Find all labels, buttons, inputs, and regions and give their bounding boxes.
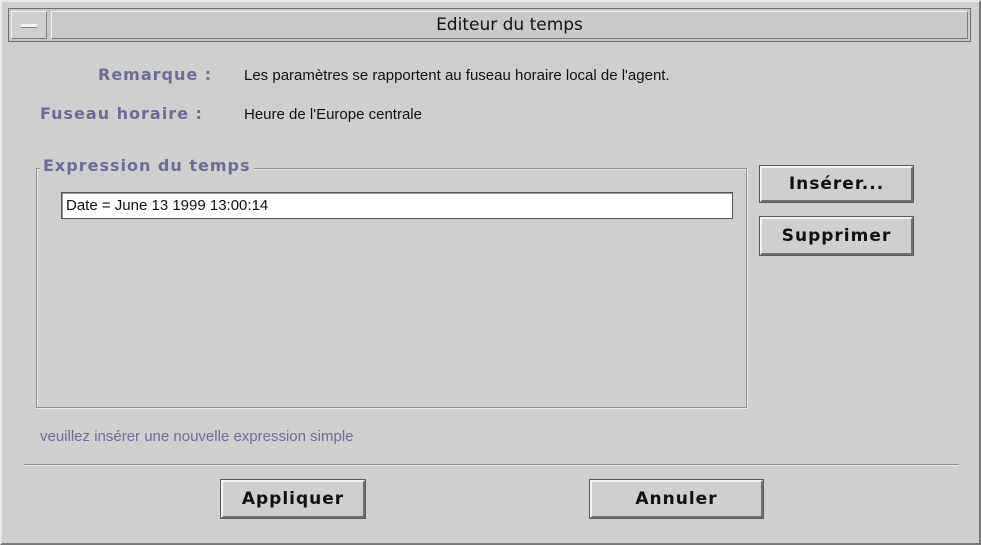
delete-button[interactable]: Supprimer	[759, 216, 914, 256]
footer-separator	[24, 464, 959, 466]
title-bar[interactable]: Editeur du temps	[8, 8, 971, 42]
insert-button[interactable]: Insérer...	[759, 165, 914, 203]
remark-text: Les paramètres se rapportent au fuseau h…	[244, 67, 670, 84]
time-expression-group-title: Expression du temps	[40, 156, 254, 175]
apply-button[interactable]: Appliquer	[220, 479, 366, 519]
cancel-button[interactable]: Annuler	[589, 479, 764, 519]
status-hint: veuillez insérer une nouvelle expression…	[40, 428, 354, 445]
remark-label: Remarque :	[98, 65, 213, 84]
window-menu-icon	[21, 24, 37, 28]
timezone-label: Fuseau horaire :	[40, 104, 203, 123]
window-menu-button[interactable]	[11, 11, 47, 39]
expression-list[interactable]: Date = June 13 1999 13:00:14	[61, 192, 733, 219]
window-title[interactable]: Editeur du temps	[51, 11, 968, 39]
timezone-value: Heure de l'Europe centrale	[244, 106, 422, 123]
expression-list-item[interactable]: Date = June 13 1999 13:00:14	[66, 197, 268, 214]
